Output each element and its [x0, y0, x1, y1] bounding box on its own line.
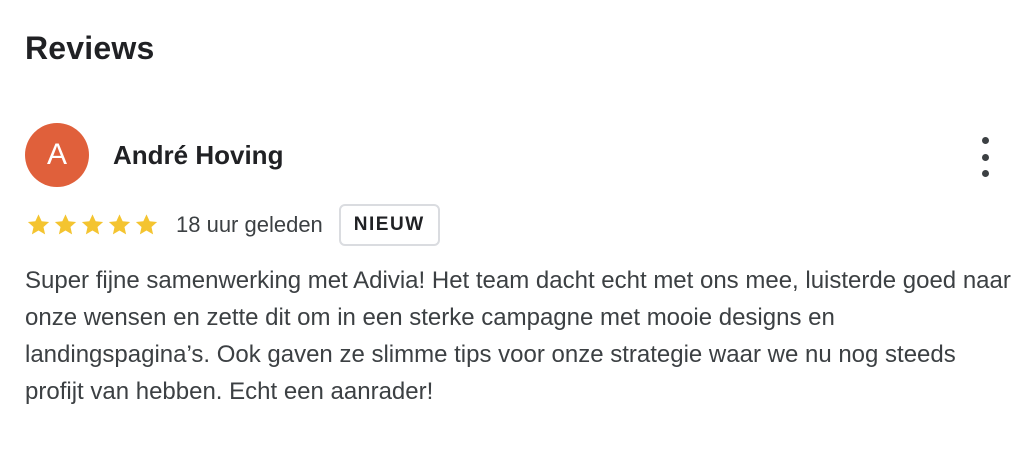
star-icon [27, 214, 50, 235]
more-dot [981, 137, 989, 144]
star-icon [135, 214, 158, 235]
star-icon [54, 214, 77, 235]
avatar[interactable]: A [25, 123, 89, 187]
star-rating [25, 212, 160, 238]
review-meta: 18 uur geleden NIEUW [25, 203, 440, 247]
star-icon [81, 214, 104, 235]
star-icon [108, 214, 131, 235]
reviewer-name[interactable]: André Hoving [113, 140, 283, 171]
new-badge: NIEUW [338, 204, 440, 246]
more-dot [981, 170, 989, 177]
more-dot [981, 153, 989, 161]
review-time: 18 uur geleden [176, 212, 323, 237]
review-text: Super fijne samenwerking met Adivia! Het… [25, 267, 1011, 405]
section-title: Reviews [25, 30, 155, 66]
more-options-icon[interactable] [975, 137, 995, 177]
reviewer-header: A André Hoving [25, 123, 283, 187]
